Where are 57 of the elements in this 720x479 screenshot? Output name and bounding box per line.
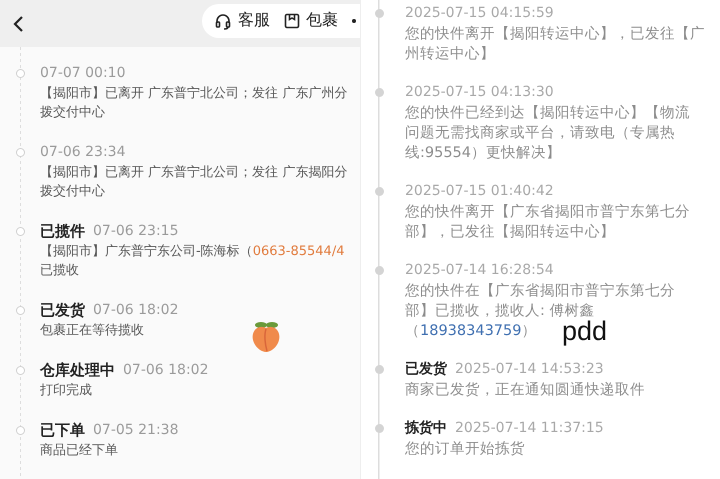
event-description: 商品已经下单 [40, 442, 118, 460]
event-description: 拨交付中心 [40, 183, 105, 201]
event-time: 2025-07-14 14:53:23 [455, 361, 604, 377]
event-time: 07-06 18:02 [123, 362, 208, 378]
timeline-dot [375, 8, 384, 18]
event-description: 您的快件已经到达【揭阳转运中心】【物流 [405, 104, 690, 123]
status-label: 已揽件 [40, 222, 85, 240]
event-description: 【揭阳市】已离开 广东普宁北公司；发往 广东广州分 [40, 84, 348, 103]
event-time: 2025-07-14 16:28:54 [405, 262, 554, 278]
event-description: 拨交付中心 [40, 104, 105, 122]
status-label: 已发货 [405, 360, 447, 378]
event-time: 07-07 00:10 [40, 65, 126, 81]
headset-icon [214, 12, 232, 30]
phone-link[interactable]: 18938343759 [420, 323, 522, 339]
event-description: 您的快件离开【广东省揭阳市普宁东第七分 [405, 202, 690, 222]
event-time: 07-06 23:34 [40, 144, 126, 160]
event-time: 2025-07-15 01:40:42 [405, 183, 554, 199]
timeline-dot [16, 366, 24, 374]
event-description: 【揭阳市】已离开 广东普宁北公司；发往 广东揭阳分 [40, 164, 348, 182]
more-icon[interactable] [352, 18, 356, 22]
timeline-dot [375, 186, 384, 196]
header-action[interactable]: 客服 [214, 10, 270, 31]
event-description: 您的快件离开【揭阳转运中心】，已发往【广 [405, 24, 705, 44]
timeline-dot [16, 68, 24, 78]
timeline-dot [16, 148, 24, 156]
back-icon [12, 14, 24, 32]
event-description: 已揽收 [40, 262, 79, 280]
header-action[interactable]: 包裹 [284, 10, 338, 31]
event-description: 商家已发货，正在通知圆通快递取件 [405, 380, 645, 400]
timeline-dot [375, 424, 384, 432]
timeline-dot [16, 306, 24, 314]
timeline-dot [375, 266, 384, 274]
timeline-dot [16, 226, 24, 236]
event-description: 您的订单开始拣货 [405, 440, 525, 459]
event-description: 您的快件在【广东省揭阳市普宁东第七分 [405, 282, 675, 301]
event-time: 07-06 23:15 [93, 223, 178, 239]
timeline-dot [375, 364, 384, 374]
package-icon [284, 12, 300, 28]
event-description: 线:95554）更快解决】 [405, 144, 562, 163]
status-label: 仓库处理中 [40, 360, 115, 380]
status-label: 已发货 [40, 300, 85, 320]
timeline-dot [16, 426, 24, 434]
event-description: 【揭阳市】广东普宁东公司-陈海标（0663-85544/4 [40, 242, 344, 261]
event-time: 07-05 21:38 [93, 422, 178, 438]
event-time: 07-06 18:02 [93, 302, 178, 318]
timeline-dot [375, 88, 384, 96]
status-label: 拣货中 [405, 419, 447, 437]
event-description: 包裹正在等待揽收 [40, 322, 144, 340]
event-description: 州转运中心】 [405, 44, 495, 64]
event-time: 2025-07-14 11:37:15 [455, 420, 604, 436]
status-label: 已下单 [40, 420, 85, 440]
event-description: （18938343759） [405, 322, 536, 341]
event-description: 问题无需找商家或平台，请致电（专属热 [405, 124, 675, 143]
event-time: 2025-07-15 04:15:59 [405, 5, 554, 21]
event-description: 打印完成 [40, 382, 92, 400]
event-time: 2025-07-15 04:13:30 [405, 84, 554, 100]
event-description: 部】，已发往【揭阳转运中心】 [405, 222, 615, 242]
